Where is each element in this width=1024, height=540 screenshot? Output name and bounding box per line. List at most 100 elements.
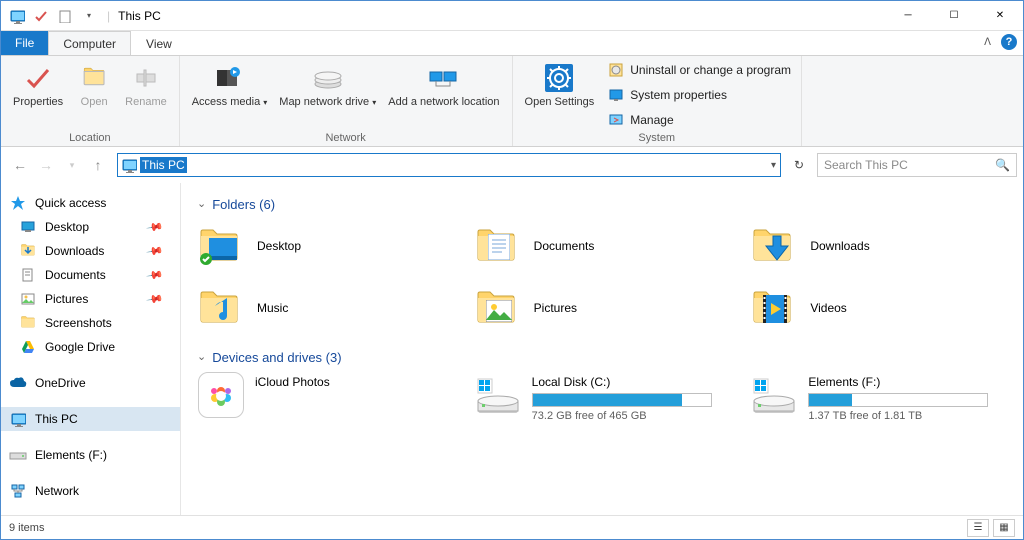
folder-label: Pictures (534, 301, 577, 315)
folder-videos[interactable]: Videos (750, 284, 1007, 332)
status-text: 9 items (9, 522, 44, 534)
pin-icon: 📌 (146, 266, 165, 285)
window-title: This PC (112, 9, 885, 23)
folder-downloads[interactable]: Downloads (750, 222, 1007, 270)
pin-icon: 📌 (146, 242, 165, 261)
sidebar-onedrive[interactable]: OneDrive (1, 371, 180, 395)
ribbon-tabs: File Computer View ᐱ ? (1, 31, 1023, 55)
ribbon-group-system: Open Settings Uninstall or change a prog… (513, 56, 802, 146)
tab-file[interactable]: File (1, 31, 48, 55)
maximize-button[interactable]: ☐ (931, 1, 977, 31)
sidebar-item-label: Documents (45, 268, 106, 282)
sidebar-item-label: Pictures (45, 292, 88, 306)
monitor-icon (9, 410, 27, 428)
system-properties-button[interactable]: System properties (604, 84, 795, 106)
back-button[interactable]: ← (11, 157, 29, 173)
folder-label: Documents (534, 239, 595, 253)
cloud-icon (9, 374, 27, 392)
minimize-button[interactable]: ─ (885, 1, 931, 31)
up-button[interactable]: ↑ (89, 157, 107, 173)
nav-row: ← → ▾ ↑ This PC ▾ ↻ Search This PC 🔍 (1, 147, 1023, 183)
sidebar-item-screenshots[interactable]: Screenshots (1, 311, 180, 335)
quick-access-toolbar: ▾ (1, 6, 105, 26)
videos-folder-icon (750, 284, 798, 332)
qat-dropdown-icon[interactable]: ▾ (79, 6, 99, 26)
address-dropdown-icon[interactable]: ▾ (771, 160, 776, 171)
folder-label: Music (257, 301, 288, 315)
close-button[interactable]: ✕ (977, 1, 1023, 31)
sidebar-this-pc[interactable]: This PC (1, 407, 180, 431)
sidebar-elements[interactable]: Elements (F:) (1, 443, 180, 467)
title-bar: ▾ | This PC ─ ☐ ✕ (1, 1, 1023, 31)
drive-icon (9, 446, 27, 464)
sidebar-item-documents[interactable]: Documents 📌 (1, 263, 180, 287)
gdrive-icon (19, 338, 37, 356)
search-input[interactable]: Search This PC 🔍 (817, 153, 1017, 177)
folder-label: Desktop (257, 239, 301, 253)
drive-icon (474, 375, 522, 415)
downloads-icon (19, 242, 37, 260)
search-icon: 🔍 (995, 158, 1010, 172)
drive-icon (197, 375, 245, 415)
drive-icon (750, 375, 798, 415)
view-details-button[interactable]: ☰ (967, 519, 989, 537)
drive-free-text: 1.37 TB free of 1.81 TB (808, 410, 1007, 422)
qat-properties-icon[interactable] (31, 6, 51, 26)
folders-header[interactable]: Folders (6) (197, 197, 1007, 212)
sidebar-item-label: Google Drive (45, 340, 115, 354)
tab-computer[interactable]: Computer (48, 31, 131, 55)
main-content: Folders (6) Desktop Documents Downloads Mus… (181, 183, 1023, 515)
access-media-button[interactable]: Access media ▾ (186, 58, 274, 132)
sidebar-item-google-drive[interactable]: Google Drive (1, 335, 180, 359)
documents-icon (19, 266, 37, 284)
uninstall-program-button[interactable]: Uninstall or change a program (604, 59, 795, 81)
sidebar: Quick access Desktop📌Downloads📌Documents… (1, 183, 181, 515)
folder-icon (19, 314, 37, 332)
recent-dropdown[interactable]: ▾ (63, 160, 81, 171)
drive-free-text: 73.2 GB free of 465 GB (532, 410, 731, 422)
address-bar[interactable]: This PC ▾ (117, 153, 781, 177)
sidebar-item-label: Downloads (45, 244, 104, 258)
view-icons-button[interactable]: ▦ (993, 519, 1015, 537)
address-icon (118, 157, 140, 173)
sidebar-network[interactable]: Network (1, 479, 180, 503)
pictures-folder-icon (474, 284, 522, 332)
pin-icon: 📌 (146, 218, 165, 237)
downloads-folder-icon (750, 222, 798, 270)
music-folder-icon (197, 284, 245, 332)
properties-button[interactable]: Properties (7, 58, 69, 132)
open-settings-button[interactable]: Open Settings (519, 58, 601, 132)
forward-button[interactable]: → (37, 157, 55, 173)
ribbon: Properties Open Rename Location Access m… (1, 55, 1023, 147)
rename-button: Rename (119, 58, 173, 132)
sidebar-quick-access[interactable]: Quick access (1, 191, 180, 215)
map-network-drive-button[interactable]: Map network drive ▾ (273, 58, 382, 132)
folder-label: Videos (810, 301, 846, 315)
pin-icon: 📌 (146, 290, 165, 309)
sidebar-item-label: Desktop (45, 220, 89, 234)
drive-usage-bar (532, 393, 712, 407)
ribbon-group-location: Properties Open Rename Location (1, 56, 180, 146)
qat-newfolder-icon[interactable] (55, 6, 75, 26)
drive-icloud-photos[interactable]: iCloud Photos (197, 375, 454, 422)
add-network-location-button[interactable]: Add a network location (382, 58, 505, 132)
app-icon (7, 6, 27, 26)
folder-desktop[interactable]: Desktop (197, 222, 454, 270)
folder-music[interactable]: Music (197, 284, 454, 332)
status-bar: 9 items ☰ ▦ (1, 515, 1023, 539)
folder-documents[interactable]: Documents (474, 222, 731, 270)
collapse-ribbon-icon[interactable]: ᐱ (984, 37, 991, 48)
tab-view[interactable]: View (131, 31, 187, 55)
sidebar-item-pictures[interactable]: Pictures 📌 (1, 287, 180, 311)
sidebar-item-label: Screenshots (45, 316, 112, 330)
drive-local-disk-c-[interactable]: Local Disk (C:)73.2 GB free of 465 GB (474, 375, 731, 422)
star-icon (9, 194, 27, 212)
refresh-button[interactable]: ↻ (787, 153, 811, 177)
help-icon[interactable]: ? (1001, 34, 1017, 50)
drive-elements-f-[interactable]: Elements (F:)1.37 TB free of 1.81 TB (750, 375, 1007, 422)
manage-button[interactable]: Manage (604, 109, 795, 131)
folder-pictures[interactable]: Pictures (474, 284, 731, 332)
sidebar-item-downloads[interactable]: Downloads 📌 (1, 239, 180, 263)
drives-header[interactable]: Devices and drives (3) (197, 350, 1007, 365)
sidebar-item-desktop[interactable]: Desktop 📌 (1, 215, 180, 239)
